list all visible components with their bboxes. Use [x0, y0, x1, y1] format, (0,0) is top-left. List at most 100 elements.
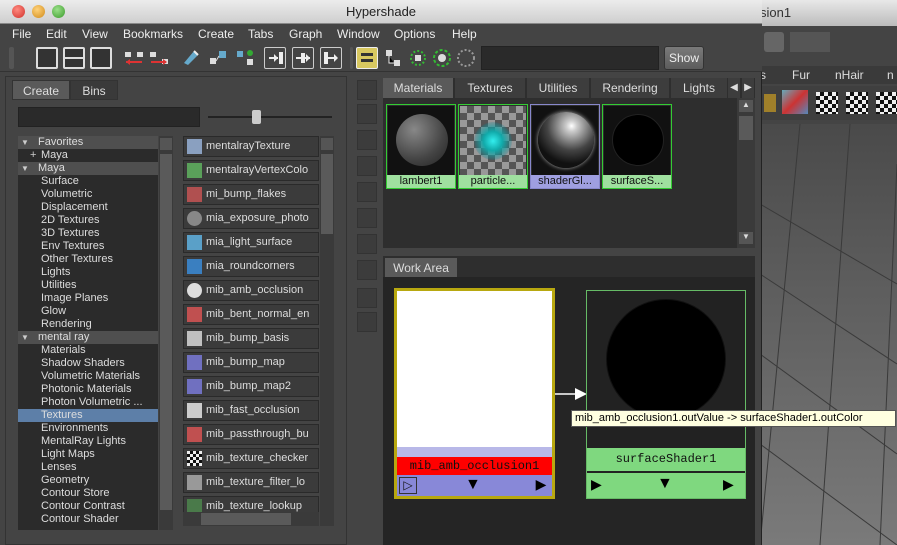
node-list-item[interactable]: mia_roundcorners: [183, 256, 319, 277]
hscroll-thumb[interactable]: [201, 513, 291, 525]
output-port-icon[interactable]: ▶: [532, 476, 550, 495]
shelf-icon[interactable]: [764, 94, 776, 112]
tree-item[interactable]: Lights: [18, 266, 158, 279]
tree-item[interactable]: Shadow Shaders: [18, 357, 158, 370]
node-scroll-thumb[interactable]: [321, 154, 333, 234]
tree-item[interactable]: Contour Shader: [18, 513, 158, 526]
graph-upstream-icon[interactable]: [123, 47, 145, 69]
expand-icon[interactable]: +: [30, 149, 36, 162]
layout-split-icon[interactable]: [63, 47, 85, 69]
swatch-particle[interactable]: particle...: [458, 104, 528, 189]
checker-icon[interactable]: [846, 92, 868, 114]
tab-materials[interactable]: Materials: [383, 78, 453, 98]
side-tool-icon[interactable]: [357, 234, 377, 254]
tree-item[interactable]: Surface: [18, 175, 158, 188]
shelf-tab[interactable]: nHair: [835, 68, 864, 82]
node-list-item[interactable]: mib_fast_occlusion: [183, 400, 319, 421]
create-filter-input[interactable]: [18, 107, 200, 127]
tab-utilities[interactable]: Utilities: [527, 78, 589, 98]
tree-item[interactable]: + Maya: [18, 149, 158, 162]
materials-scroll-thumb[interactable]: [739, 116, 753, 140]
show-button[interactable]: Show: [664, 46, 704, 70]
node-list-scrollbar[interactable]: [320, 136, 334, 526]
input-port-icon[interactable]: ▶: [591, 476, 609, 493]
side-tool-icon[interactable]: [357, 208, 377, 228]
tab-scroll-right-icon[interactable]: ▶: [742, 78, 754, 98]
collapse-icon[interactable]: ▼: [21, 162, 29, 175]
scroll-up-icon[interactable]: ▲: [739, 100, 753, 112]
scroll-up-icon[interactable]: [160, 138, 172, 150]
menu-tabs[interactable]: Tabs: [248, 27, 273, 41]
graph-network-icon[interactable]: [234, 47, 256, 69]
node-list-item[interactable]: mib_bump_map: [183, 352, 319, 373]
tree-item[interactable]: Contour Contrast: [18, 500, 158, 513]
background-tool-icon[interactable]: [764, 32, 784, 52]
tree-item[interactable]: Photonic Materials: [18, 383, 158, 396]
swatch-lambert1[interactable]: lambert1: [386, 104, 456, 189]
tree-category[interactable]: ▼ Maya: [18, 162, 158, 175]
tree-item[interactable]: 2D Textures: [18, 214, 158, 227]
graph-materials-icon[interactable]: [207, 47, 229, 69]
scroll-up-icon[interactable]: [321, 138, 333, 150]
tree-scroll-thumb[interactable]: [160, 154, 172, 510]
side-tool-icon[interactable]: [357, 312, 377, 332]
output-port-icon[interactable]: ▶: [723, 476, 734, 493]
tab-create[interactable]: Create: [12, 80, 70, 100]
tab-rendering[interactable]: Rendering: [591, 78, 669, 98]
shelf-icon[interactable]: [782, 90, 808, 114]
tree-item[interactable]: Volumetric: [18, 188, 158, 201]
node-list-item[interactable]: mib_texture_checker: [183, 448, 319, 469]
tab-textures[interactable]: Textures: [455, 78, 525, 98]
tree-item[interactable]: Rendering: [18, 318, 158, 331]
tab-lights[interactable]: Lights: [671, 78, 727, 98]
clear-graph-icon[interactable]: [180, 47, 202, 69]
menu-options[interactable]: Options: [394, 27, 435, 41]
expand-node-icon[interactable]: ▼: [657, 475, 673, 493]
node-list-item[interactable]: mi_bump_flakes: [183, 184, 319, 205]
tree-item[interactable]: Textures: [18, 409, 158, 422]
input-output-connections-icon[interactable]: [292, 47, 314, 69]
tree-scrollbar[interactable]: [159, 136, 173, 530]
expand-node-icon[interactable]: ▼: [465, 476, 481, 494]
side-tool-icon[interactable]: [357, 288, 377, 308]
swatch-shaderglow[interactable]: shaderGl...: [530, 104, 600, 189]
layout-top-icon[interactable]: [36, 47, 58, 69]
tree-item[interactable]: Volumetric Materials: [18, 370, 158, 383]
menu-help[interactable]: Help: [452, 27, 477, 41]
swatch-size-slider-handle[interactable]: [252, 110, 261, 124]
tree-item[interactable]: Photon Volumetric ...: [18, 396, 158, 409]
tab-bins[interactable]: Bins: [70, 80, 118, 100]
node-list-item[interactable]: mib_bent_normal_en: [183, 304, 319, 325]
node-list-item[interactable]: mentalrayTexture: [183, 136, 319, 157]
tree-item[interactable]: MentalRay Lights: [18, 435, 158, 448]
node-list-item[interactable]: mib_passthrough_bu: [183, 424, 319, 445]
node-mib-amb-occlusion1[interactable]: mib_amb_occlusion1 ▷ ▼ ▶: [394, 288, 555, 499]
swatch-size-slider-track[interactable]: [208, 116, 332, 118]
node-list-item[interactable]: mib_texture_filter_lo: [183, 472, 319, 493]
swatch-surfaceshader[interactable]: surfaceS...: [602, 104, 672, 189]
materials-scrollbar[interactable]: ▲ ▼: [737, 98, 755, 248]
rearrange-graph-icon[interactable]: [382, 47, 404, 69]
menu-graph[interactable]: Graph: [289, 27, 322, 41]
tab-scroll-left-icon[interactable]: ◀: [728, 78, 740, 98]
tree-item[interactable]: Geometry: [18, 474, 158, 487]
background-tool-icon[interactable]: [790, 32, 830, 52]
input-connections-icon[interactable]: [264, 47, 286, 69]
layout-bottom-icon[interactable]: [90, 47, 112, 69]
shelf-tab[interactable]: Fur: [792, 68, 810, 82]
side-tool-icon[interactable]: [357, 156, 377, 176]
node-list-hscrollbar[interactable]: [183, 512, 319, 526]
output-connections-icon[interactable]: [320, 47, 342, 69]
input-port-icon[interactable]: ▷: [399, 477, 417, 494]
node-list-item[interactable]: mia_light_surface: [183, 232, 319, 253]
node-list-item[interactable]: mib_bump_basis: [183, 328, 319, 349]
menu-edit[interactable]: Edit: [46, 27, 67, 41]
tree-item[interactable]: Env Textures: [18, 240, 158, 253]
node-list-item[interactable]: mib_bump_map2: [183, 376, 319, 397]
viewport[interactable]: [760, 123, 897, 545]
side-tool-icon[interactable]: [357, 182, 377, 202]
scroll-down-icon[interactable]: ▼: [739, 232, 753, 244]
tree-item[interactable]: Contour Store: [18, 487, 158, 500]
side-tool-icon[interactable]: [357, 104, 377, 124]
checker-icon[interactable]: [876, 92, 897, 114]
